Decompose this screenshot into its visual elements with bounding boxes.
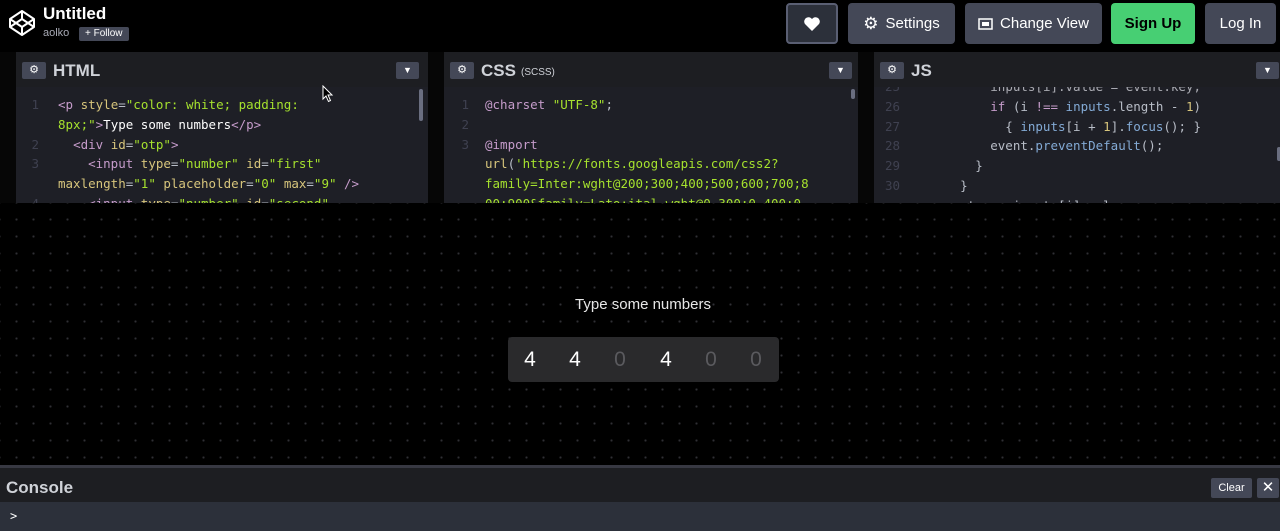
settings-label: Settings <box>885 15 940 32</box>
otp-input-2[interactable]: 4 <box>564 348 586 372</box>
css-scrollbar[interactable] <box>851 89 855 99</box>
otp-input-group: 4 4 0 4 0 0 <box>508 337 779 382</box>
heart-icon <box>804 16 820 31</box>
html-panel-title: HTML <box>53 61 101 80</box>
change-view-label: Change View <box>1000 15 1089 32</box>
top-bar: Untitled aolko + Follow ⚙ Settings Chang… <box>0 0 1280 52</box>
console-close-icon[interactable]: ✕ <box>1257 478 1279 498</box>
js-code-editor[interactable]: 2526 2728 2930 inputs[i].value = event.k… <box>874 87 1280 203</box>
html-code-lines: <p style="color: white; padding: 8px;">T… <box>58 97 360 203</box>
console-clear-button[interactable]: Clear <box>1211 478 1252 498</box>
settings-button[interactable]: ⚙ Settings <box>848 3 955 44</box>
editor-area: ⚙ HTML ▼ 1 23 4 <p style="color: white; … <box>0 52 1280 203</box>
css-line-gutter: 12 3 <box>461 97 469 152</box>
css-panel-title: CSS <box>481 61 516 80</box>
follow-button[interactable]: + Follow <box>79 27 129 41</box>
css-settings-gear-icon[interactable]: ⚙ <box>450 62 474 79</box>
otp-input-3[interactable]: 0 <box>609 348 631 372</box>
otp-input-4[interactable]: 4 <box>655 348 677 372</box>
console-input[interactable]: > <box>0 502 1280 531</box>
layout-icon <box>978 17 993 30</box>
change-view-button[interactable]: Change View <box>965 3 1102 44</box>
html-editor-panel: ⚙ HTML ▼ 1 23 4 <p style="color: white; … <box>16 52 428 203</box>
otp-input-1[interactable]: 4 <box>519 348 541 372</box>
preview-heading: Type some numbers <box>575 296 711 313</box>
css-code-lines: @charset "UTF-8"; @import url('https://f… <box>485 97 809 203</box>
js-panel-header: ⚙ JS ▼ <box>874 52 1280 87</box>
html-line-gutter: 1 23 4 <box>31 97 39 203</box>
otp-input-5[interactable]: 0 <box>700 348 722 372</box>
log-in-button[interactable]: Log In <box>1205 3 1276 44</box>
result-preview: Type some numbers 4 4 0 4 0 0 <box>0 203 1280 465</box>
otp-input-6[interactable]: 0 <box>745 348 767 372</box>
gear-icon: ⚙ <box>863 13 879 33</box>
html-settings-gear-icon[interactable]: ⚙ <box>22 62 46 79</box>
css-preprocessor-label: (SCSS) <box>521 67 555 78</box>
css-editor-panel: ⚙ CSS (SCSS) ▼ 12 3 @charset "UTF-8"; @i… <box>444 52 858 203</box>
mouse-pointer-icon <box>322 85 334 103</box>
codepen-logo-icon[interactable] <box>8 9 36 37</box>
css-chevron-down-icon[interactable]: ▼ <box>829 62 852 79</box>
js-panel-title: JS <box>911 61 932 80</box>
console-title: Console <box>6 478 74 497</box>
css-code-editor[interactable]: 12 3 @charset "UTF-8"; @import url('http… <box>444 87 858 203</box>
pen-author[interactable]: aolko <box>43 27 69 39</box>
sign-up-button[interactable]: Sign Up <box>1111 3 1195 44</box>
js-chevron-down-icon[interactable]: ▼ <box>1256 62 1279 79</box>
js-editor-panel: ⚙ JS ▼ 2526 2728 2930 inputs[i].value = … <box>874 52 1280 203</box>
js-settings-gear-icon[interactable]: ⚙ <box>880 62 904 79</box>
html-chevron-down-icon[interactable]: ▼ <box>396 62 419 79</box>
pen-title[interactable]: Untitled <box>43 4 106 24</box>
heart-button[interactable] <box>786 3 838 44</box>
css-panel-header: ⚙ CSS (SCSS) ▼ <box>444 52 858 87</box>
js-line-gutter: 2526 2728 2930 <box>884 87 900 193</box>
js-code-lines: inputs[i].value = event.key; if (i !== i… <box>960 87 1202 203</box>
html-code-editor[interactable]: 1 23 4 <p style="color: white; padding: … <box>16 87 428 203</box>
html-scrollbar[interactable] <box>419 89 423 121</box>
html-panel-header: ⚙ HTML ▼ <box>16 52 428 87</box>
console-panel: Console Clear ✕ > <box>0 465 1280 531</box>
